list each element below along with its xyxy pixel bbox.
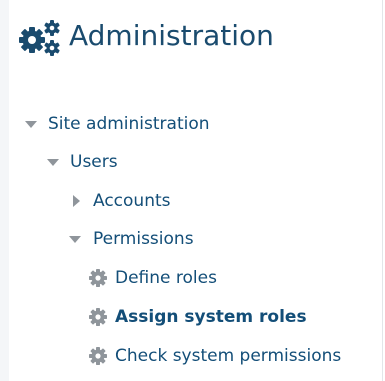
right-edge-border: [382, 0, 383, 381]
tree-item-label[interactable]: Accounts: [93, 187, 171, 215]
tree-item-label[interactable]: Users: [70, 148, 118, 176]
tree-item-label-active[interactable]: Assign system roles: [115, 303, 307, 331]
tree-item-assign-system-roles[interactable]: Assign system roles: [88, 303, 307, 331]
caret-down-icon[interactable]: [68, 232, 82, 246]
tree-item-permissions[interactable]: Permissions: [68, 225, 194, 253]
tree-item-users[interactable]: Users: [46, 148, 118, 176]
caret-down-icon[interactable]: [46, 155, 60, 169]
gear-icon: [88, 307, 108, 327]
left-edge-strip: [0, 0, 9, 381]
tree-item-label[interactable]: Check system permissions: [115, 342, 341, 370]
gear-icon: [88, 346, 108, 366]
cogs-icon: [19, 18, 61, 58]
tree-item-label[interactable]: Define roles: [115, 264, 217, 292]
tree-item-accounts[interactable]: Accounts: [70, 187, 171, 215]
tree-item-site-administration[interactable]: Site administration: [24, 110, 210, 138]
caret-down-icon[interactable]: [24, 117, 38, 131]
gear-icon: [88, 268, 108, 288]
caret-right-icon[interactable]: [70, 194, 84, 208]
tree-item-check-system-permissions[interactable]: Check system permissions: [88, 342, 341, 370]
page-title: Administration: [69, 19, 274, 52]
tree-item-label[interactable]: Permissions: [93, 225, 194, 253]
tree-item-label[interactable]: Site administration: [48, 110, 210, 138]
tree-item-define-roles[interactable]: Define roles: [88, 264, 217, 292]
